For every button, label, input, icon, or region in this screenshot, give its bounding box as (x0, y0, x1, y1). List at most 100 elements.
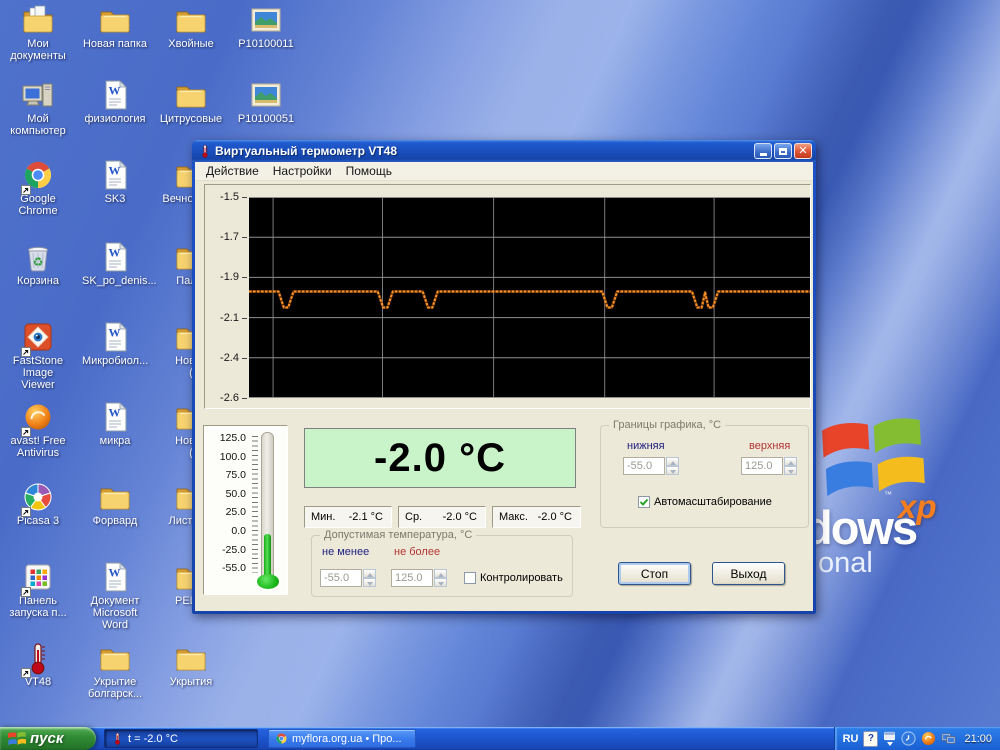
desktop-icon-launch-panel[interactable]: Панельзапуска п... (5, 560, 71, 619)
control-checkbox-label: Контролировать (480, 572, 563, 584)
gauge-bulb (257, 574, 279, 589)
task-label: t = -2.0 °C (128, 733, 178, 745)
close-button[interactable]: ✕ (794, 143, 812, 159)
min-temp-spinbox[interactable] (320, 569, 376, 587)
desktop-icon-forvard[interactable]: Форвард (82, 480, 148, 527)
desktop-icon-label: Микробиол... (82, 355, 148, 367)
language-indicator[interactable]: RU (843, 733, 859, 745)
chart-y-tick-label: -2.6 (205, 392, 239, 404)
avg-stat-label: Ср. (405, 511, 422, 523)
window-client-area: ДействиеНастройкиПомощь -1.5-1.7-1.9-2.1… (195, 162, 813, 611)
shortcut-arrow-icon (21, 665, 31, 675)
desktop-icon-sk-po-denis[interactable]: WSK_po_denis... (82, 240, 148, 287)
taskbar-thermometer-task[interactable]: t = -2.0 °C (104, 729, 258, 748)
launcher-icon (21, 560, 55, 594)
menu-item-settings[interactable]: Настройки (266, 163, 339, 179)
hide-icons-chevron-icon[interactable] (887, 742, 893, 746)
desktop-icon-new-folder[interactable]: Новая папка (82, 3, 148, 50)
start-button[interactable]: пуск (0, 727, 96, 750)
upper-bound-spinner[interactable] (784, 457, 797, 475)
desktop-icon-mikrobiol[interactable]: WМикробиол... (82, 320, 148, 367)
desktop-icon-label: Форвард (82, 515, 148, 527)
desktop-icon-ukrytie-bolgarsk[interactable]: Укрытиеболгарск... (82, 641, 148, 700)
desktop-icon-p10100011[interactable]: P10100011 (233, 3, 299, 50)
menu-item-help[interactable]: Помощь (339, 163, 399, 179)
desktop-icon-label: Цитрусовые (158, 113, 224, 125)
worddoc-icon: W (98, 320, 132, 354)
lower-bound-input[interactable] (623, 457, 665, 475)
chart-y-tick-mark (242, 277, 247, 278)
desktop-icon-recycle-bin[interactable]: ♻Корзина (5, 240, 71, 287)
task-buttons: t = -2.0 °C myflora.org.ua • Про... (104, 727, 834, 750)
maximize-button[interactable] (774, 143, 792, 159)
shortcut-arrow-icon (21, 584, 31, 594)
window-title: Виртуальный термометр VT48 (215, 144, 754, 158)
worddoc-icon: W (98, 560, 132, 594)
upper-bound-input[interactable] (741, 457, 783, 475)
autoscale-checkbox[interactable] (638, 496, 650, 508)
chart-y-tick-mark (242, 398, 247, 399)
max-temp-spinner[interactable] (434, 569, 447, 587)
menu-item-action[interactable]: Действие (199, 163, 266, 179)
temperature-value: -2.0 °C (374, 436, 506, 481)
control-checkbox[interactable] (464, 572, 476, 584)
desktop-icon-sk3[interactable]: WSK3 (82, 158, 148, 205)
worddoc-icon: W (98, 400, 132, 434)
desktop-icon-mikra[interactable]: Wмикра (82, 400, 148, 447)
min-temp-input[interactable] (320, 569, 362, 587)
stop-button[interactable]: Стоп (618, 562, 691, 585)
max-stat: Макс.-2.0 °C (492, 506, 581, 528)
autoscale-checkbox-row[interactable]: Автомасштабирование (638, 496, 772, 508)
language-bar-icon (883, 731, 896, 741)
max-temp-input[interactable] (391, 569, 433, 587)
tray-clock-icon[interactable] (901, 731, 916, 746)
desktop-icon-vt48-shortcut[interactable]: VT48 (5, 641, 71, 688)
svg-text:W: W (109, 406, 121, 420)
desktop-icon-label: Хвойные (158, 38, 224, 50)
folder-icon (98, 641, 132, 675)
gauge-minor-ticks (252, 436, 258, 573)
taskbar-browser-task[interactable]: myflora.org.ua • Про... (268, 729, 416, 748)
max-stat-label: Макс. (499, 511, 528, 523)
thermometer-gauge: 125.0100.075.050.025.00.0-25.0-55.0 (203, 425, 288, 595)
svg-text:W: W (109, 566, 121, 580)
desktop-icon-google-chrome[interactable]: Google Chrome (5, 158, 71, 217)
desktop-icon-faststone-image-viewer[interactable]: FastStoneImage Viewer (5, 320, 71, 391)
window-titlebar[interactable]: Виртуальный термометр VT48 ✕ (192, 140, 816, 162)
not-less-label: не менее (322, 546, 369, 558)
lower-bound-spinner[interactable] (666, 457, 679, 475)
desktop-icon-my-computer[interactable]: Мойкомпьютер (5, 78, 71, 137)
desktop-icon-word-document[interactable]: WДокументMicrosoft Word (82, 560, 148, 631)
min-stat-value: -2.1 °C (349, 511, 383, 523)
folder-icon (98, 480, 132, 514)
desktop-icon-avast-free-antivirus[interactable]: avast! FreeAntivirus (5, 400, 71, 459)
desktop-icon-hvoynye[interactable]: Хвойные (158, 3, 224, 50)
desktop-icon-label: Новая папка (82, 38, 148, 50)
desktop-icon-fiziologiya[interactable]: Wфизиология (82, 78, 148, 125)
upper-bound-spinbox[interactable] (741, 457, 797, 475)
lower-bound-label: нижняя (627, 440, 665, 452)
desktop-icon-label: P10100011 (233, 38, 299, 50)
svg-text:♻: ♻ (33, 255, 44, 269)
desktop-icon-picasa-3[interactable]: Picasa 3 (5, 480, 71, 527)
folder-icon (174, 641, 208, 675)
lower-bound-spinbox[interactable] (623, 457, 679, 475)
desktop-icon-label: avast! FreeAntivirus (5, 435, 71, 459)
desktop-icon-my-documents[interactable]: Моидокументы (5, 3, 71, 62)
desktop-icon-ukrytiya[interactable]: Укрытия (158, 641, 224, 688)
control-checkbox-row[interactable]: Контролировать (464, 572, 563, 584)
exit-button[interactable]: Выход (712, 562, 785, 585)
minimize-button[interactable] (754, 143, 772, 159)
worddoc-icon: W (98, 78, 132, 112)
desktop-icon-citrusovye[interactable]: Цитрусовые (158, 78, 224, 125)
tray-network-icon[interactable] (941, 731, 956, 746)
language-bar-options[interactable] (883, 731, 896, 746)
min-temp-spinner[interactable] (363, 569, 376, 587)
wallpaper-tm-mark: ™ (884, 490, 892, 499)
svg-text:W: W (109, 164, 121, 178)
tray-avast-icon[interactable] (921, 731, 936, 746)
desktop-icon-p10100051[interactable]: P10100051 (233, 78, 299, 125)
start-button-label: пуск (30, 730, 63, 747)
max-temp-spinbox[interactable] (391, 569, 447, 587)
help-icon[interactable]: ? (863, 731, 878, 747)
